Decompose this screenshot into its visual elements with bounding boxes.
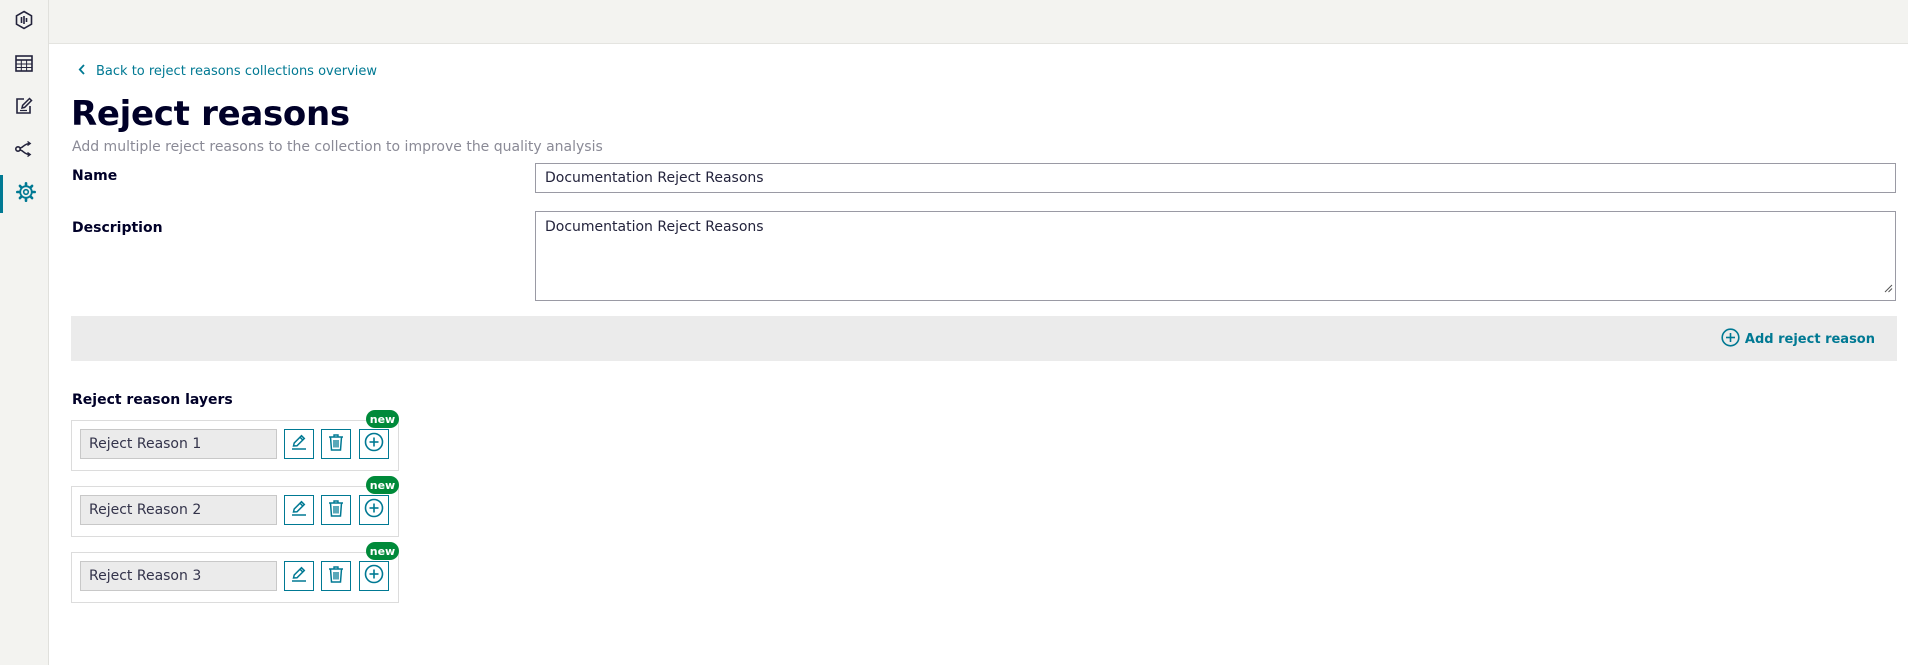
analytics-icon [14,10,34,34]
add-circle-icon [1721,328,1740,351]
page-title: Reject reasons [71,94,350,134]
trash-icon [327,433,345,455]
nav-analytics[interactable] [0,3,48,41]
name-input[interactable] [535,163,1896,193]
add-reject-reason-button[interactable]: Add reject reason [1721,328,1875,351]
delete-button[interactable] [321,495,351,525]
description-text: Documentation Reject Reasons [545,219,764,235]
nav-flow[interactable] [0,132,48,170]
reasons-toolbar: Add reject reason [71,316,1897,361]
nav-edit[interactable] [0,89,48,127]
reason-row: Reject Reason 1 new [71,410,399,471]
chevron-left-icon [78,64,86,79]
reason-name-field[interactable]: Reject Reason 2 [80,495,277,525]
reason-name-field[interactable]: Reject Reason 3 [80,561,277,591]
sidebar [0,0,49,665]
trash-icon [327,565,345,587]
pencil-icon [290,499,308,521]
pencil-icon [290,433,308,455]
resize-handle-icon[interactable] [1884,280,1893,298]
edit-button[interactable] [284,561,314,591]
nav-settings[interactable] [0,175,48,213]
trash-icon [327,499,345,521]
description-label: Description [72,220,163,236]
new-badge: new [366,476,399,494]
add-reject-reason-label: Add reject reason [1744,332,1875,347]
delete-button[interactable] [321,561,351,591]
add-sublayer-button[interactable] [359,495,389,525]
flow-icon [14,139,34,163]
add-sublayer-button[interactable] [359,429,389,459]
gear-icon [15,181,36,206]
calendar-icon [14,53,34,77]
edit-button[interactable] [284,429,314,459]
page-subtitle: Add multiple reject reasons to the colle… [72,139,603,155]
pencil-icon [290,565,308,587]
back-link[interactable]: Back to reject reasons collections overv… [78,64,377,79]
new-badge: new [366,542,399,560]
name-label: Name [72,168,118,184]
add-circle-icon [364,498,384,522]
reason-name-field[interactable]: Reject Reason 1 [80,429,277,459]
nav-calendar[interactable] [0,46,48,84]
edit-button[interactable] [284,495,314,525]
new-badge: new [366,410,399,428]
layers-title: Reject reason layers [72,392,233,408]
add-sublayer-button[interactable] [359,561,389,591]
top-bar [49,0,1908,44]
add-circle-icon [364,564,384,588]
description-textarea[interactable]: Documentation Reject Reasons [535,211,1896,301]
back-link-label: Back to reject reasons collections overv… [96,64,378,79]
reason-row: Reject Reason 3 new [71,542,399,603]
delete-button[interactable] [321,429,351,459]
add-circle-icon [364,432,384,456]
edit-note-icon [14,96,34,120]
reason-row: Reject Reason 2 new [71,476,399,537]
